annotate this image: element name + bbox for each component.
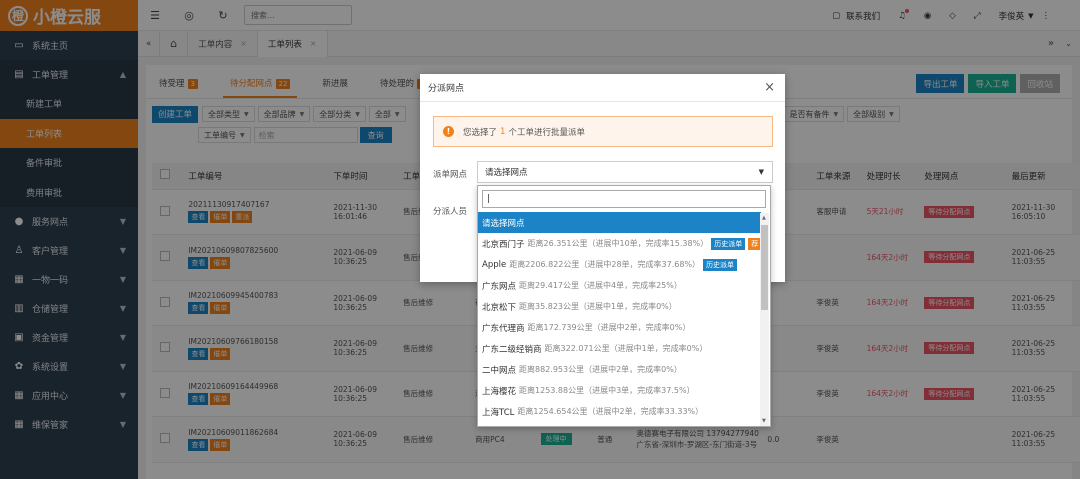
caret-down-icon: ▼: [758, 168, 764, 176]
option-name: Apple: [482, 259, 507, 270]
node-option[interactable]: 上海TCL 距离1254.654公里（进展中2单，完成率33.33%）: [478, 401, 761, 422]
selection-alert: ! 您选择了 1 个工单进行批量派单: [433, 116, 773, 147]
node-label: 派单网点: [433, 170, 468, 180]
option-name: 请选择网点: [482, 218, 525, 229]
option-name: 广东网点: [482, 281, 517, 292]
scrollbar-thumb[interactable]: [761, 225, 768, 310]
option-distance: 距离29.417公里（进展中4单，完成率25%）: [519, 281, 682, 290]
option-name: 北京松下: [482, 302, 517, 313]
option-name: 北京西门子: [482, 239, 525, 250]
option-distance: 距离172.739公里（进展中2单，完成率0%）: [527, 323, 691, 332]
node-option[interactable]: 广东网点 距离29.417公里（进展中4单，完成率25%）: [478, 275, 761, 296]
option-distance: 距离322.071公里（进展中1单，完成率0%）: [544, 344, 708, 353]
node-option[interactable]: 请选择网点: [478, 212, 761, 233]
modal-title: 分派网点: [428, 84, 465, 94]
modal-header: 分派网点 ×: [420, 74, 785, 102]
option-name: 广东代理商: [482, 323, 525, 334]
option-distance: 距离1254.654公里（进展中2单，完成率33.33%）: [517, 407, 704, 416]
node-select[interactable]: 请选择网点 ▼: [477, 161, 773, 183]
option-distance: 距离2206.822公里（进展中28单，完成率37.68%）: [509, 260, 701, 269]
option-distance: 距离35.823公里（进展中1单，完成率0%）: [519, 302, 677, 311]
option-name: 广东二级经销商: [482, 344, 542, 355]
node-option[interactable]: 北京西门子 距离26.351公里（进展中10单，完成率15.38%） 历史派单荐: [478, 233, 761, 254]
history-badge: 历史派单: [711, 237, 746, 250]
node-option[interactable]: 北京松下 距离35.823公里（进展中1单，完成率0%）: [478, 296, 761, 317]
node-option[interactable]: Apple 距离2206.822公里（进展中28单，完成率37.68%） 历史派单: [478, 254, 761, 275]
option-name: 二中网点: [482, 365, 517, 376]
scroll-up-icon[interactable]: ▲: [762, 215, 766, 221]
warning-icon: !: [443, 126, 454, 137]
scroll-down-icon[interactable]: ▼: [762, 418, 766, 424]
option-distance: 距离26.351公里（进展中10单，完成率15.38%）: [527, 239, 709, 248]
option-name: 上海TCL: [482, 407, 515, 418]
node-option[interactable]: 广东二级经销商 距离322.071公里（进展中1单，完成率0%）: [478, 338, 761, 359]
node-dropdown: | 请选择网点北京西门子 距离26.351公里（进展中10单，完成率15.38%）…: [477, 185, 771, 427]
option-distance: 距离1253.88公里（进展中3单，完成率37.5%）: [519, 386, 695, 395]
option-name: 上海樱花: [482, 386, 517, 397]
node-option[interactable]: 二中网点 距离882.953公里（进展中2单，完成率0%）: [478, 359, 761, 380]
node-option[interactable]: 上海樱花 距离1253.88公里（进展中3单，完成率37.5%）: [478, 380, 761, 401]
person-label: 分派人员: [433, 207, 468, 217]
dropdown-search-input[interactable]: |: [482, 190, 766, 208]
close-icon[interactable]: ×: [764, 80, 775, 95]
history-badge: 历史派单: [703, 258, 738, 271]
option-distance: 距离882.953公里（进展中2单，完成率0%）: [519, 365, 682, 374]
dropdown-scrollbar[interactable]: ▲ ▼: [760, 213, 769, 426]
node-option[interactable]: 广东代理商 距离172.739公里（进展中2单，完成率0%）: [478, 317, 761, 338]
